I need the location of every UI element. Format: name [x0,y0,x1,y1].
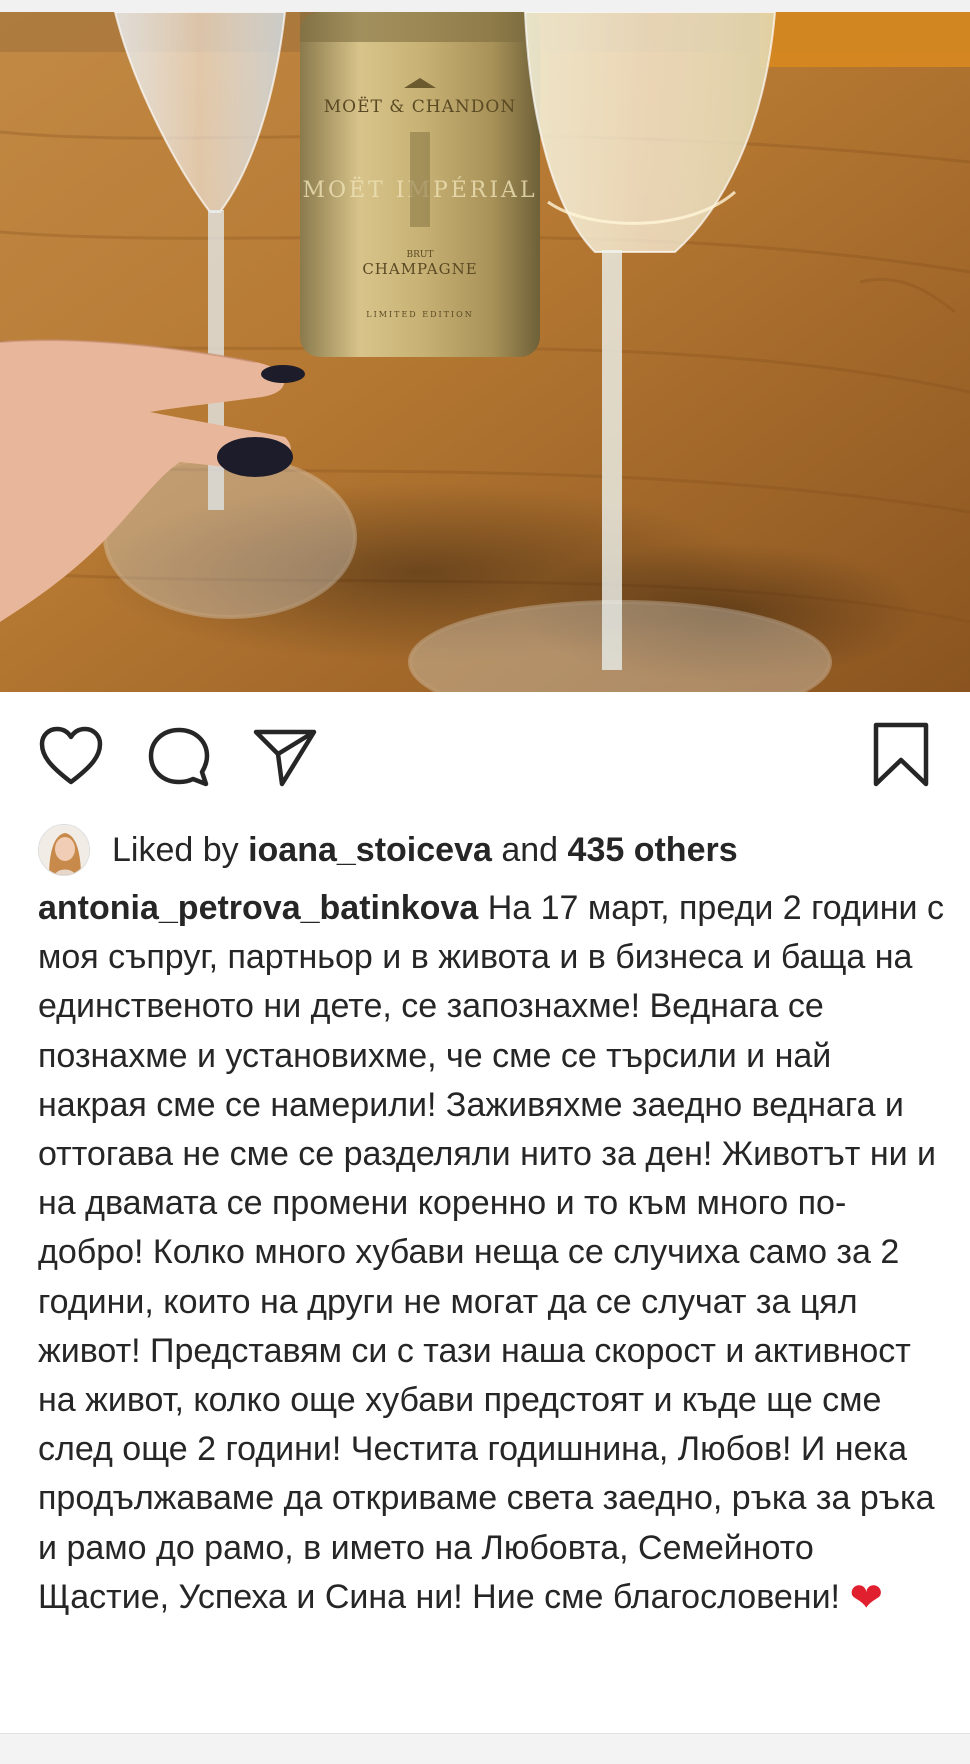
champagne-photo-image: MOËT & CHANDON MOËT IMPÉRIAL BRUT CHAMPA… [0,12,970,692]
liked-by-text: Liked by ioana_stoiceva and 435 others [112,830,738,870]
liked-by-prefix: Liked by [112,831,239,869]
navigation-bar-edge [0,1733,970,1764]
post-caption: antonia_petrova_batinkova На 17 март, пр… [38,884,944,1622]
avatar[interactable] [38,824,90,876]
bookmark-icon[interactable] [872,722,930,788]
bottle-brand-text: MOËT & CHANDON [324,96,516,117]
post-photo[interactable]: MOËT & CHANDON MOËT IMPÉRIAL BRUT CHAMPA… [0,12,970,692]
bottle-brut-text: BRUT [407,250,434,260]
post-action-bar [0,692,970,822]
caption-text: На 17 март, преди 2 години с моя съпруг,… [38,889,944,1616]
speech-bubble-icon[interactable] [146,726,212,788]
red-heart-emoji: ❤ [849,1575,883,1620]
caption-author-link[interactable]: antonia_petrova_batinkova [38,889,478,927]
liked-by-others-link[interactable]: 435 others [568,831,738,869]
liked-by-username-link[interactable]: ioana_stoiceva [248,831,492,869]
liked-by-row[interactable]: Liked by ioana_stoiceva and 435 others [38,818,738,882]
heart-outline-icon[interactable] [38,726,104,786]
bottle-type-text: CHAMPAGNE [362,260,477,278]
bottle-edition-text: LIMITED EDITION [366,310,473,319]
paper-plane-icon[interactable] [252,726,318,788]
liked-by-conjunction: and [501,831,559,869]
